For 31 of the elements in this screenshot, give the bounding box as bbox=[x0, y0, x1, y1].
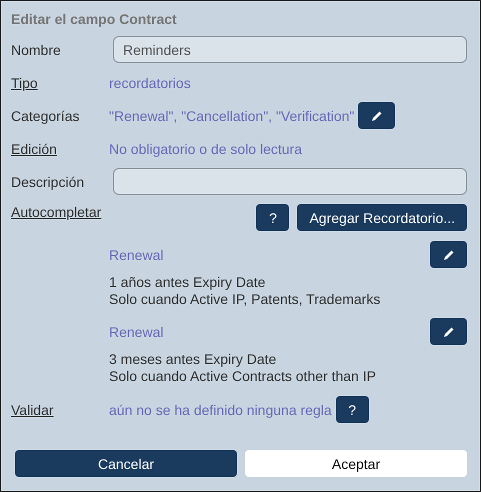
edit-button[interactable] bbox=[430, 241, 467, 268]
field-link[interactable]: Tipo bbox=[11, 74, 109, 90]
text-field[interactable] bbox=[113, 168, 467, 195]
field-link[interactable]: Edición bbox=[11, 140, 109, 156]
reminder-title: Renewal bbox=[109, 324, 164, 340]
field-link[interactable]: Validar bbox=[11, 402, 109, 418]
edit-button[interactable] bbox=[358, 102, 396, 129]
field-label: Descripción bbox=[11, 174, 86, 190]
reminder-text: 1 años antes Expiry Date bbox=[109, 274, 266, 290]
field-value: recordatorios bbox=[109, 74, 191, 90]
field-value: "Renewal", "Cancellation", "Verification" bbox=[109, 108, 354, 124]
help-button[interactable]: ? bbox=[336, 396, 369, 423]
pencil-icon bbox=[442, 326, 454, 338]
pencil-icon bbox=[442, 248, 454, 260]
field-value: aún no se ha definido ninguna regla bbox=[109, 402, 332, 418]
reminder-title: Renewal bbox=[109, 246, 164, 262]
reminder-text: 3 meses antes Expiry Date bbox=[109, 351, 276, 367]
field-link[interactable]: Autocompletar bbox=[11, 204, 109, 220]
reminder-text: Solo cuando Active IP, Patents, Trademarks bbox=[109, 291, 380, 307]
accept-button[interactable]: Aceptar bbox=[245, 450, 467, 477]
edit-button[interactable] bbox=[430, 318, 467, 345]
field-value: No obligatorio o de solo lectura bbox=[109, 140, 302, 156]
cancel-button[interactable]: Cancelar bbox=[15, 450, 237, 477]
reminder-text: Solo cuando Active Contracts other than IP bbox=[109, 368, 376, 384]
field-label: Categorías bbox=[11, 108, 80, 124]
pencil-icon bbox=[370, 110, 383, 122]
add-reminder-button[interactable]: Agregar Recordatorio... bbox=[297, 204, 467, 231]
dialog-title: Editar el campo Contract bbox=[11, 11, 178, 29]
help-button[interactable]: ? bbox=[256, 204, 290, 231]
field-label: Nombre bbox=[11, 42, 62, 58]
text-field[interactable]: Reminders bbox=[113, 36, 467, 63]
